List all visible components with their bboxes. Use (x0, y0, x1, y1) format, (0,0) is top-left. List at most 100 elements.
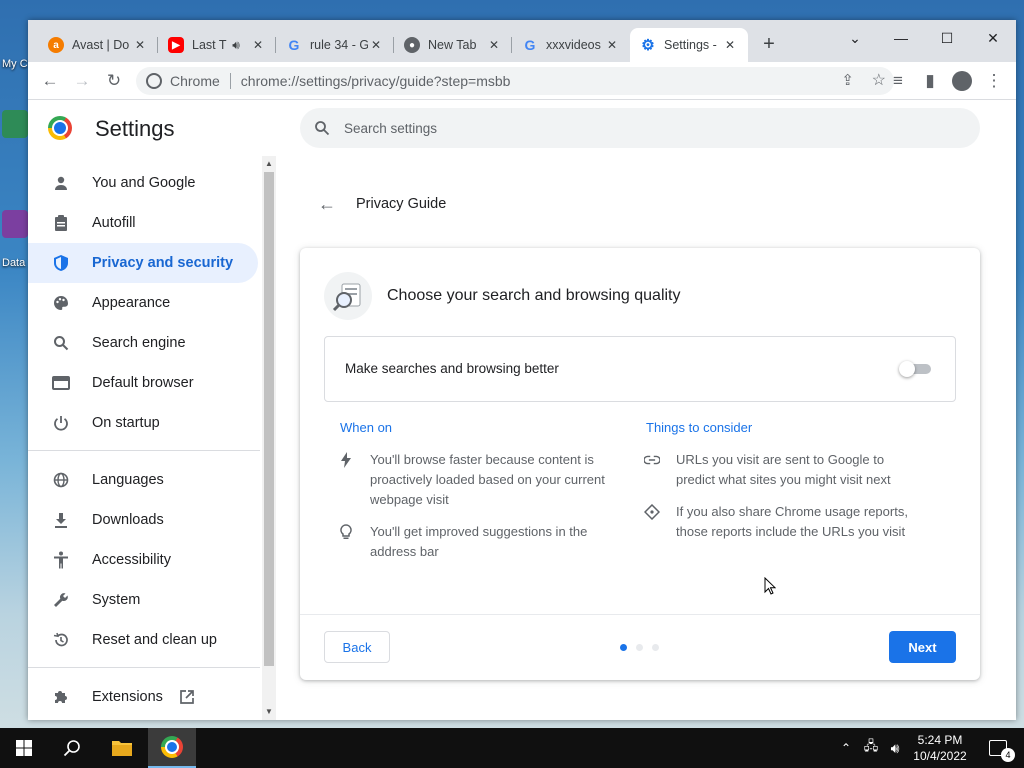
clock-time: 5:24 PM (917, 733, 963, 747)
scrollbar-thumb[interactable] (264, 172, 274, 666)
tab-google-search[interactable]: G rule 34 - G ✕ (276, 28, 394, 62)
windows-start-icon[interactable] (0, 728, 48, 768)
sidebar-item-you-and-google[interactable]: You and Google (28, 163, 258, 203)
sidebar-item-search-engine[interactable]: Search engine (28, 323, 258, 363)
sidebar-divider (28, 450, 260, 451)
taskbar-chrome-icon[interactable] (148, 728, 196, 768)
new-tab-button[interactable]: + (758, 34, 780, 56)
youtube-icon: ▶ (168, 37, 184, 53)
close-icon[interactable]: ✕ (722, 37, 738, 53)
settings-header: Settings Search settings (28, 100, 1016, 156)
sidebar-item-extensions[interactable]: Extensions (28, 677, 258, 717)
sidebar-item-languages[interactable]: Languages (28, 460, 258, 500)
puzzle-icon (52, 688, 70, 706)
search-icon (52, 334, 70, 352)
taskbar-search-icon[interactable] (48, 728, 96, 768)
network-icon[interactable]: 🖧︎ (860, 728, 882, 768)
scroll-up-icon[interactable]: ▲ (265, 160, 273, 168)
profile-avatar-icon[interactable] (948, 68, 976, 94)
sidebar-item-label: Languages (92, 472, 164, 488)
tab-settings[interactable]: ⚙ Settings - ✕ (630, 28, 748, 62)
sidebar-item-label: Reset and clean up (92, 632, 217, 648)
settings-main: ← Privacy Guide Choose your search and b… (276, 156, 1016, 720)
item-text: If you also share Chrome usage reports, … (676, 504, 908, 539)
close-icon[interactable]: ✕ (250, 37, 266, 53)
wrench-icon (52, 591, 70, 609)
accessibility-icon (52, 551, 70, 569)
sidebar-item-privacy-and-security[interactable]: Privacy and security (28, 243, 258, 283)
when-on-item: You'll browse faster because content is … (341, 450, 620, 510)
external-link-icon (180, 690, 194, 704)
desktop-shortcut-icon[interactable] (2, 210, 28, 238)
tab-google-search-2[interactable]: G xxxvideos ✕ (512, 28, 630, 62)
sidebar-item-appearance[interactable]: Appearance (28, 283, 258, 323)
tab-search-chevron-icon[interactable]: ⌄ (832, 24, 878, 52)
side-panel-icon[interactable]: ▮ (916, 68, 944, 94)
back-button[interactable]: Back (324, 631, 390, 663)
msbb-toggle-row[interactable]: Make searches and browsing better (324, 336, 956, 402)
shield-icon (52, 254, 70, 272)
tab-title: Last T (192, 38, 227, 52)
sidebar-item-reset-and-clean-up[interactable]: Reset and clean up (28, 620, 258, 660)
site-info-icon[interactable] (146, 73, 162, 89)
address-bar[interactable]: Chrome chrome://settings/privacy/guide?s… (136, 67, 894, 95)
omnibox-site-label: Chrome (170, 73, 220, 89)
chrome-logo-icon (48, 116, 72, 140)
sidebar-item-label: Search engine (92, 335, 186, 351)
share-icon[interactable]: ⇪ (841, 71, 854, 89)
sidebar-item-label: Accessibility (92, 552, 171, 568)
step-dot-active (620, 644, 627, 651)
close-icon[interactable]: ✕ (132, 37, 148, 53)
search-input[interactable]: Search settings (300, 108, 980, 148)
speaker-icon[interactable]: 🔊︎ (228, 37, 244, 53)
sidebar-item-on-startup[interactable]: On startup (28, 403, 258, 443)
settings-gear-icon: ⚙ (641, 37, 655, 54)
close-window-button[interactable]: ✕ (970, 24, 1016, 52)
media-controls-icon[interactable]: ≡ (884, 68, 912, 94)
tab-strip: a Avast | Do ✕ ▶ Last T 🔊︎ ✕ G rule 34 -… (28, 20, 1016, 62)
tab-avast[interactable]: a Avast | Do ✕ (38, 28, 158, 62)
maximize-button[interactable]: ☐ (924, 24, 970, 52)
close-icon[interactable]: ✕ (368, 37, 384, 53)
link-icon (644, 452, 660, 468)
tray-chevron-up-icon[interactable]: ⌃ (836, 728, 856, 768)
clock[interactable]: 5:24 PM 10/4/2022 (912, 732, 968, 764)
msbb-toggle[interactable] (899, 361, 933, 377)
sidebar-item-accessibility[interactable]: Accessibility (28, 540, 258, 580)
close-icon[interactable]: ✕ (486, 37, 502, 53)
minimize-button[interactable]: — (878, 24, 924, 52)
reload-button[interactable]: ↻ (100, 68, 128, 94)
desktop-shortcut-icon[interactable] (2, 110, 28, 138)
privacy-guide-card: Choose your search and browsing quality … (300, 248, 980, 680)
clipboard-icon (52, 214, 70, 232)
search-placeholder: Search settings (344, 120, 438, 136)
browser-icon (52, 374, 70, 392)
item-text: You'll get improved suggestions in the a… (370, 524, 588, 559)
download-icon (52, 511, 70, 529)
person-icon (52, 174, 70, 192)
tab-new-tab[interactable]: ● New Tab ✕ (394, 28, 512, 62)
sidebar-item-downloads[interactable]: Downloads (28, 500, 258, 540)
sidebar-item-autofill[interactable]: Autofill (28, 203, 258, 243)
next-button[interactable]: Next (889, 631, 956, 663)
tab-youtube[interactable]: ▶ Last T 🔊︎ ✕ (158, 28, 276, 62)
scroll-down-icon[interactable]: ▼ (265, 708, 273, 716)
forward-nav-button[interactable]: → (68, 68, 96, 94)
close-icon[interactable]: ✕ (604, 37, 620, 53)
volume-icon[interactable]: 🔊︎ (884, 728, 906, 768)
card-footer-divider (300, 614, 980, 615)
sidebar-item-label: Default browser (92, 375, 194, 391)
browser-toolbar: ← → ↻ Chrome chrome://settings/privacy/g… (28, 62, 1016, 100)
menu-kebab-icon[interactable]: ⋮ (980, 68, 1008, 94)
sidebar-item-label: Privacy and security (92, 255, 234, 271)
sidebar-scrollbar[interactable]: ▲ ▼ (262, 156, 276, 720)
omnibox-url[interactable]: chrome://settings/privacy/guide?step=msb… (241, 73, 511, 89)
sidebar-item-default-browser[interactable]: Default browser (28, 363, 258, 403)
sidebar-item-label: Appearance (92, 295, 171, 311)
file-explorer-icon[interactable] (98, 728, 146, 768)
tab-title: rule 34 - G (310, 38, 368, 52)
back-nav-button[interactable]: ← (36, 68, 64, 94)
back-arrow-icon[interactable]: ← (318, 194, 338, 214)
sidebar-item-system[interactable]: System (28, 580, 258, 620)
notifications-icon[interactable]: 4 (978, 728, 1018, 768)
